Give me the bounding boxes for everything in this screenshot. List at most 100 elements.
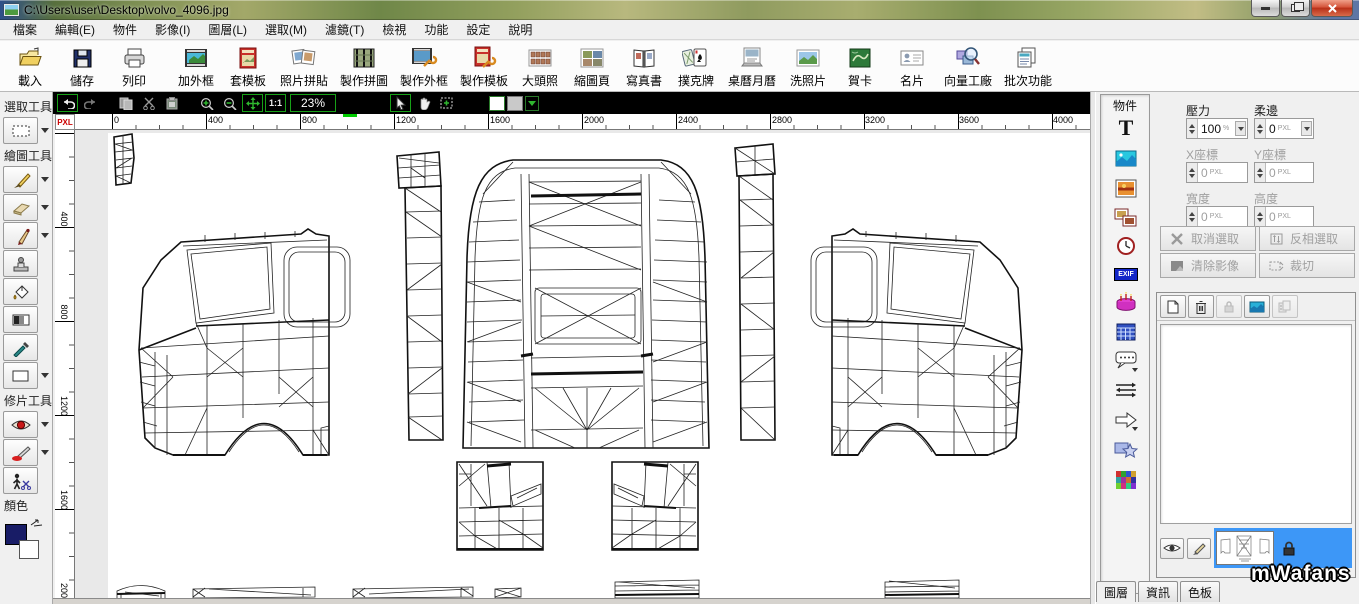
fit-window-button[interactable] — [242, 94, 263, 112]
eraser-tool-dropdown[interactable] — [41, 205, 49, 210]
canvas-viewport[interactable] — [75, 130, 1090, 598]
text-object-button[interactable]: T — [1114, 117, 1138, 139]
batch-function-button[interactable]: 批次功能 — [998, 43, 1058, 91]
zoom-in-button[interactable] — [196, 94, 217, 112]
photos-object-button[interactable] — [1114, 207, 1138, 229]
pattern-object-button[interactable] — [1114, 469, 1138, 491]
layer-visibility-button[interactable] — [1160, 538, 1184, 559]
pressure-spinner[interactable] — [1187, 119, 1198, 138]
crop-button[interactable]: 裁切 — [1259, 253, 1355, 278]
eyedropper-tool-button[interactable] — [3, 334, 38, 361]
menu-layer[interactable]: 圖層(L) — [199, 19, 256, 40]
new-layer-button[interactable] — [1160, 295, 1186, 318]
cutout-tool-button[interactable] — [3, 467, 38, 494]
playing-cards-button[interactable]: 撲克牌 — [670, 43, 722, 91]
menu-view[interactable]: 檢視 — [373, 19, 415, 40]
photo-book-button[interactable]: 寫真書 — [618, 43, 670, 91]
delete-layer-button[interactable] — [1188, 295, 1214, 318]
print-photo-button[interactable]: 洗照片 — [782, 43, 834, 91]
clear-image-button[interactable]: 清除影像 — [1160, 253, 1256, 278]
shape-object-button[interactable] — [1114, 439, 1138, 461]
id-photo-button[interactable]: 大頭照 — [514, 43, 566, 91]
template-color-dropdown[interactable] — [525, 96, 539, 111]
pressure-dropdown[interactable] — [1235, 121, 1246, 136]
marquee-tool-dropdown[interactable] — [41, 128, 49, 133]
soft-edge-dropdown[interactable] — [1301, 121, 1312, 136]
height-spinner[interactable] — [1255, 207, 1266, 226]
menu-help[interactable]: 說明 — [499, 19, 541, 40]
make-template-button[interactable]: 製作模板 — [454, 43, 514, 91]
menu-file[interactable]: 檔案 — [4, 19, 46, 40]
menu-select[interactable]: 選取(M) — [256, 19, 316, 40]
stamp-tool-button[interactable] — [3, 250, 38, 277]
make-puzzle-button[interactable]: 製作拼圖 — [334, 43, 394, 91]
image-object-button[interactable] — [1114, 147, 1138, 169]
soft-edge-spinner[interactable] — [1255, 119, 1266, 138]
brush-tool-dropdown[interactable] — [41, 177, 49, 182]
lock-layer-button[interactable] — [1216, 295, 1242, 318]
tab-info[interactable]: 資訊 — [1138, 581, 1178, 602]
repair-brush-tool-dropdown[interactable] — [41, 450, 49, 455]
arrow-dropdown[interactable] — [1132, 427, 1138, 431]
add-frame-button[interactable]: 加外框 — [170, 43, 222, 91]
gradient-tool-button[interactable] — [3, 306, 38, 333]
fill-bucket-tool-button[interactable] — [3, 278, 38, 305]
tab-layers[interactable]: 圖層 — [1096, 581, 1136, 602]
layer-image-button[interactable] — [1244, 295, 1270, 318]
pan-tool-button[interactable] — [413, 94, 434, 112]
menu-object[interactable]: 物件 — [104, 19, 146, 40]
background-color-swatch[interactable] — [19, 540, 39, 559]
marquee-tool-button[interactable] — [3, 117, 38, 144]
print-button[interactable]: 列印 — [108, 43, 160, 91]
calendar-object-button[interactable] — [1114, 321, 1138, 343]
y-spinner[interactable] — [1255, 163, 1266, 182]
greeting-card-button[interactable]: 賀卡 — [834, 43, 886, 91]
close-button[interactable] — [1311, 0, 1353, 17]
apply-template-button[interactable]: 套模板 — [222, 43, 274, 91]
shape-tool-button[interactable] — [3, 362, 38, 389]
soft-edge-input[interactable]: 0PXL — [1254, 118, 1314, 139]
width-input[interactable]: 0PXL — [1186, 206, 1248, 227]
menu-edit[interactable]: 編輯(E) — [46, 19, 104, 40]
clock-object-button[interactable] — [1114, 235, 1138, 257]
menu-settings[interactable]: 設定 — [457, 19, 499, 40]
vector-factory-button[interactable]: 向量工廠 — [938, 43, 998, 91]
invert-selection-button[interactable]: 反相選取 — [1259, 226, 1355, 251]
save-button[interactable]: 儲存 — [56, 43, 108, 91]
repair-brush-tool-button[interactable] — [3, 439, 38, 466]
template-gray-swatch[interactable] — [507, 96, 523, 111]
pencil-tool-dropdown[interactable] — [41, 233, 49, 238]
menu-function[interactable]: 功能 — [415, 19, 457, 40]
photo-object-button[interactable] — [1114, 177, 1138, 199]
restore-button[interactable] — [1281, 0, 1310, 17]
menu-filter[interactable]: 濾鏡(T) — [316, 19, 373, 40]
eraser-tool-button[interactable] — [3, 194, 38, 221]
cut-button[interactable] — [138, 94, 159, 112]
layer-edit-button[interactable] — [1187, 538, 1211, 559]
height-input[interactable]: 0PXL — [1254, 206, 1314, 227]
callout-dropdown[interactable] — [1132, 368, 1138, 372]
line-object-button[interactable] — [1114, 379, 1138, 401]
photo-collage-button[interactable]: 照片拼貼 — [274, 43, 334, 91]
red-eye-tool-dropdown[interactable] — [41, 422, 49, 427]
actual-size-button[interactable]: 1:1 — [265, 94, 286, 112]
brush-tool-button[interactable] — [3, 166, 38, 193]
menu-image[interactable]: 影像(I) — [146, 19, 199, 40]
exif-object-button[interactable]: EXIF — [1114, 263, 1138, 285]
desk-calendar-button[interactable]: 桌曆月曆 — [722, 43, 782, 91]
layers-list[interactable] — [1160, 324, 1352, 524]
red-eye-tool-button[interactable] — [3, 411, 38, 438]
pressure-input[interactable]: 100% — [1186, 118, 1248, 139]
make-frame-button[interactable]: 製作外框 — [394, 43, 454, 91]
undo-button[interactable] — [57, 94, 78, 112]
zoom-level-display[interactable]: 23% — [290, 94, 336, 112]
arrow-object-button[interactable] — [1114, 409, 1138, 431]
x-spinner[interactable] — [1187, 163, 1198, 182]
copy-button[interactable] — [115, 94, 136, 112]
pointer-tool-button[interactable] — [390, 94, 411, 112]
zoom-out-button[interactable] — [219, 94, 240, 112]
select-add-tool-button[interactable] — [436, 94, 457, 112]
duplicate-layer-button[interactable] — [1272, 295, 1298, 318]
name-card-button[interactable]: 名片 — [886, 43, 938, 91]
paste-button[interactable] — [161, 94, 182, 112]
